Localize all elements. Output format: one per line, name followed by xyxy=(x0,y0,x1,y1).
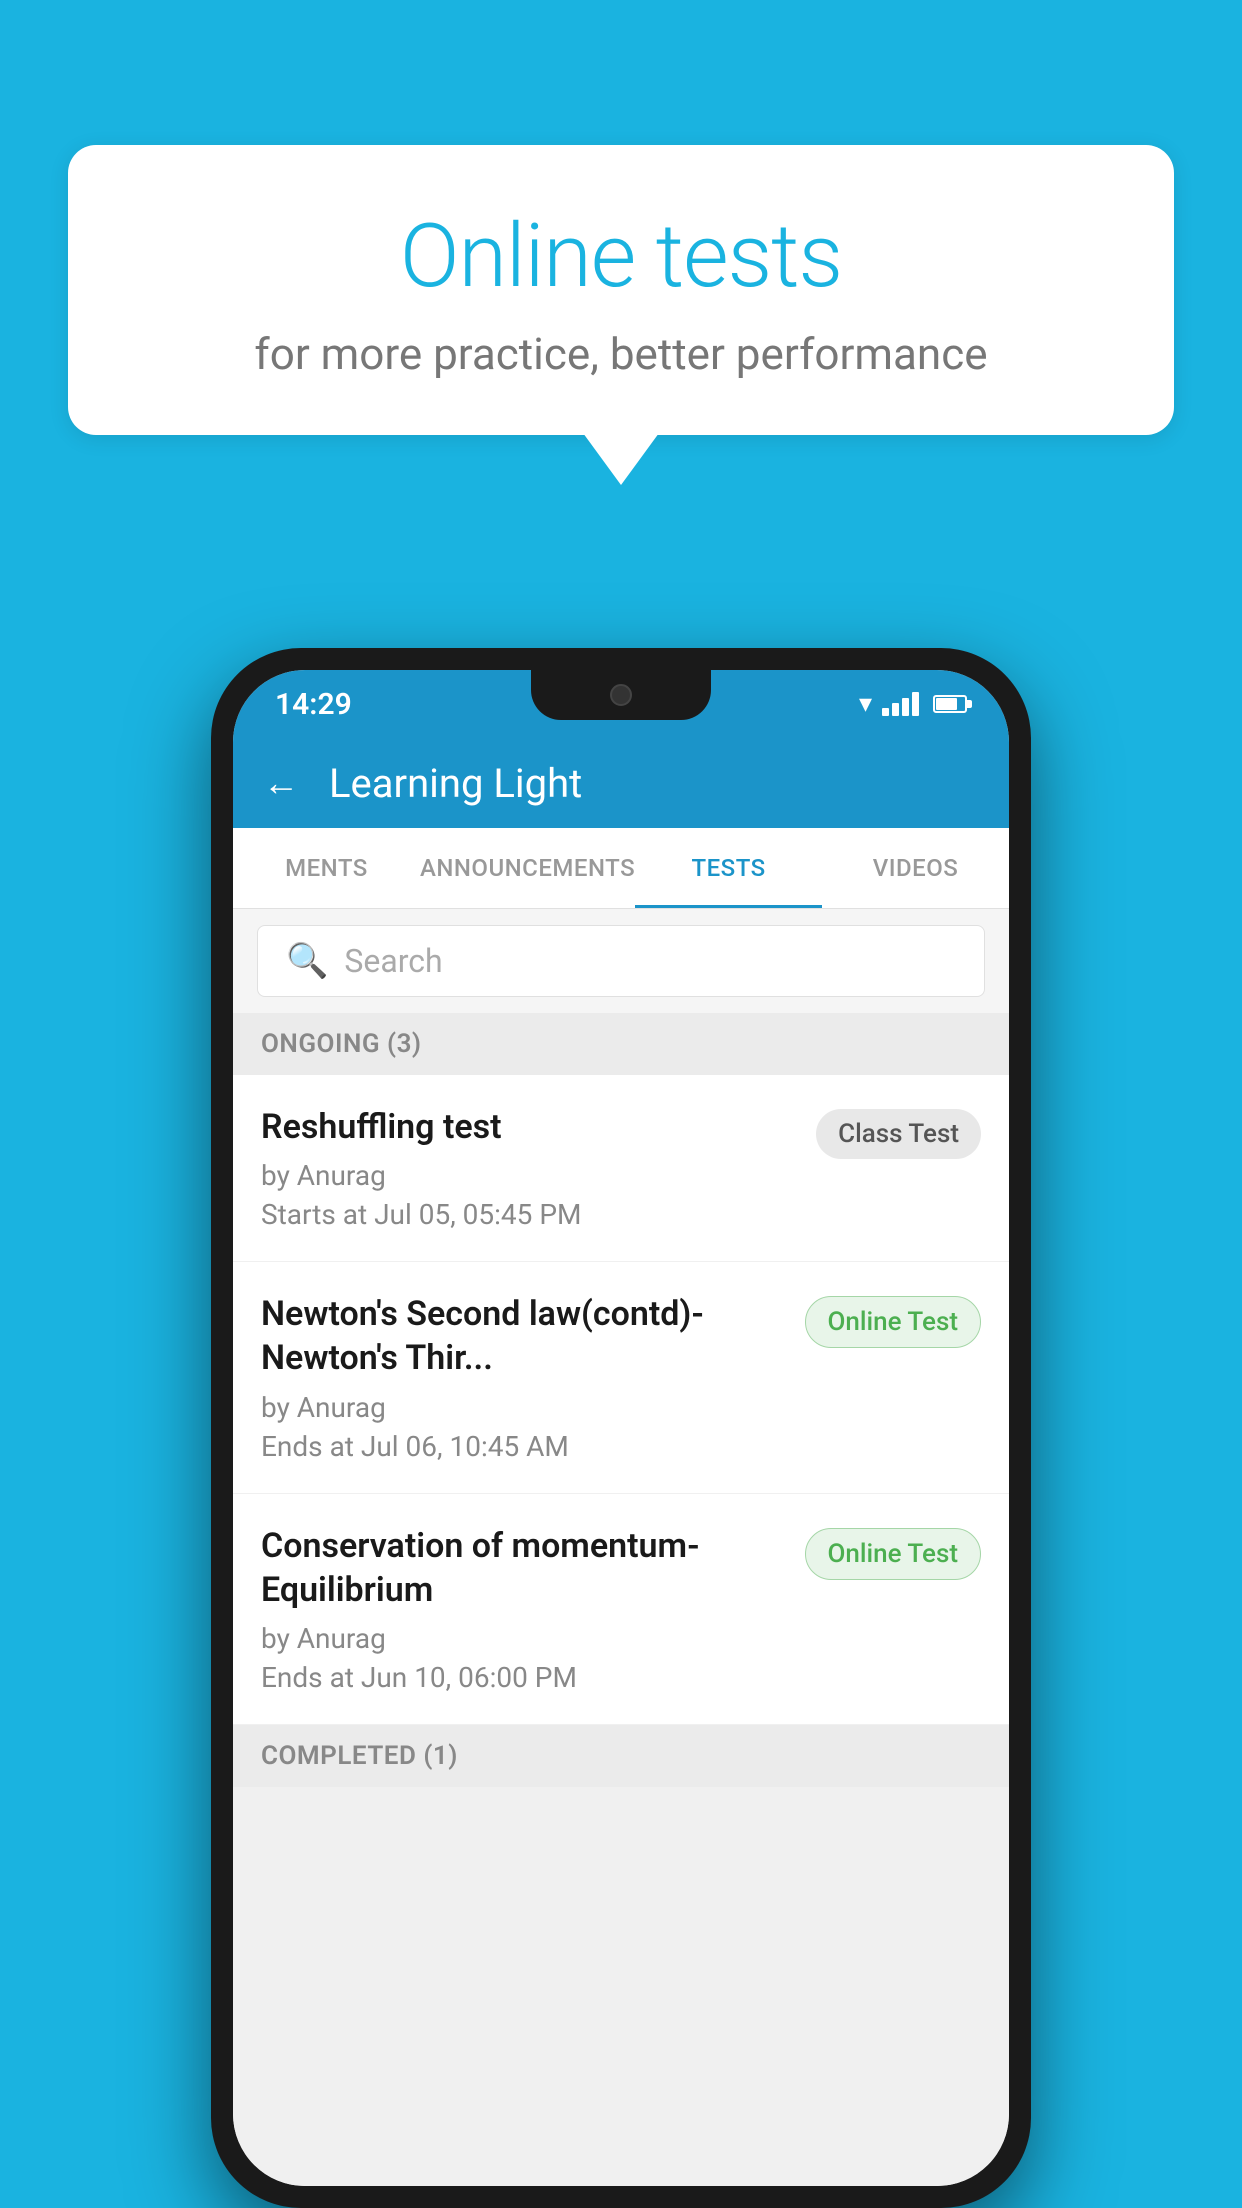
speech-bubble-wrapper: Online tests for more practice, better p… xyxy=(68,145,1174,485)
test-by: by Anurag xyxy=(261,1391,785,1424)
tab-ments[interactable]: MENTS xyxy=(233,828,420,908)
tab-tests[interactable]: TESTS xyxy=(635,828,822,908)
app-header: ← Learning Light xyxy=(233,738,1009,828)
phone-wrapper: 14:29 ▾ xyxy=(211,648,1031,2208)
test-name: Newton's Second law(contd)-Newton's Thir… xyxy=(261,1292,785,1380)
back-button[interactable]: ← xyxy=(263,762,299,804)
status-icons: ▾ xyxy=(859,689,967,719)
phone-frame: 14:29 ▾ xyxy=(211,648,1031,2208)
test-item[interactable]: Newton's Second law(contd)-Newton's Thir… xyxy=(233,1262,1009,1493)
battery-icon xyxy=(933,695,967,713)
ongoing-section-header: ONGOING (3) xyxy=(233,1013,1009,1075)
battery-fill xyxy=(936,698,957,710)
search-bar[interactable]: 🔍 Search xyxy=(257,925,985,997)
completed-section-header: COMPLETED (1) xyxy=(233,1725,1009,1787)
test-badge: Online Test xyxy=(805,1528,982,1580)
test-info: Conservation of momentum-Equilibrium by … xyxy=(261,1524,785,1694)
test-badge: Online Test xyxy=(805,1296,982,1348)
status-time: 14:29 xyxy=(275,687,352,722)
tab-announcements[interactable]: ANNOUNCEMENTS xyxy=(420,828,635,908)
test-time: Starts at Jul 05, 05:45 PM xyxy=(261,1198,796,1231)
test-by: by Anurag xyxy=(261,1159,796,1192)
content-area: 🔍 Search ONGOING (3) Reshuffling test by… xyxy=(233,909,1009,2186)
test-badge: Class Test xyxy=(816,1109,981,1159)
speech-bubble: Online tests for more practice, better p… xyxy=(68,145,1174,435)
speech-bubble-title: Online tests xyxy=(148,205,1094,308)
phone-screen: 14:29 ▾ xyxy=(233,670,1009,2186)
app-title: Learning Light xyxy=(329,760,582,807)
test-by: by Anurag xyxy=(261,1622,785,1655)
test-info: Newton's Second law(contd)-Newton's Thir… xyxy=(261,1292,785,1462)
wifi-icon: ▾ xyxy=(859,689,872,719)
test-time: Ends at Jun 10, 06:00 PM xyxy=(261,1661,785,1694)
test-name: Conservation of momentum-Equilibrium xyxy=(261,1524,785,1612)
camera-icon xyxy=(610,684,632,706)
signal-icon xyxy=(882,692,919,716)
tab-videos[interactable]: VIDEOS xyxy=(822,828,1009,908)
tabs-container: MENTS ANNOUNCEMENTS TESTS VIDEOS xyxy=(233,828,1009,909)
search-container: 🔍 Search xyxy=(233,909,1009,1013)
speech-bubble-arrow xyxy=(583,433,659,485)
test-item[interactable]: Conservation of momentum-Equilibrium by … xyxy=(233,1494,1009,1725)
test-info: Reshuffling test by Anurag Starts at Jul… xyxy=(261,1105,796,1231)
notch xyxy=(531,670,711,720)
test-item[interactable]: Reshuffling test by Anurag Starts at Jul… xyxy=(233,1075,1009,1262)
test-time: Ends at Jul 06, 10:45 AM xyxy=(261,1430,785,1463)
search-input[interactable]: Search xyxy=(344,942,442,980)
speech-bubble-subtitle: for more practice, better performance xyxy=(148,328,1094,380)
test-name: Reshuffling test xyxy=(261,1105,796,1149)
search-icon: 🔍 xyxy=(286,941,328,981)
